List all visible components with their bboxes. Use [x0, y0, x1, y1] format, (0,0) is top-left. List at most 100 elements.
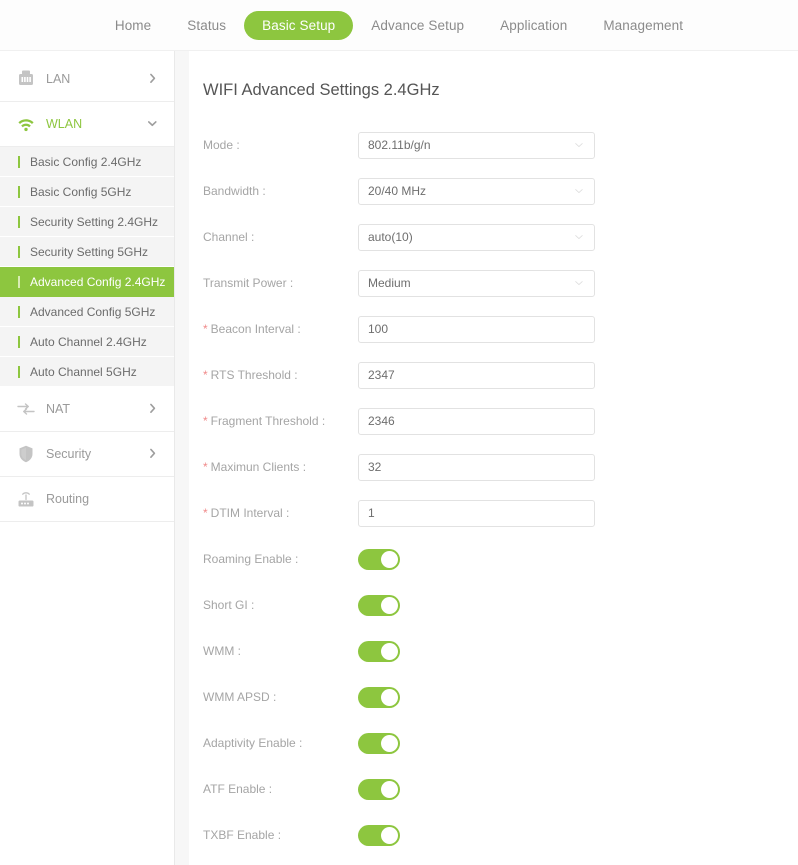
field-value: 2346 [368, 414, 395, 428]
field-label: Mode : [203, 138, 358, 152]
wifi-icon [16, 114, 36, 134]
field-label: * RTS Threshold : [203, 368, 358, 382]
field-value: 802.11b/g/n [368, 138, 431, 152]
toggle-knob [381, 826, 398, 844]
sidebar-item-auto-channel-5ghz[interactable]: Auto Channel 5GHz [0, 357, 174, 387]
sidebar-item-security-setting-2-4ghz[interactable]: Security Setting 2.4GHz [0, 207, 174, 237]
field-label-text: Adaptivity Enable : [203, 736, 303, 750]
field-label-text: Roaming Enable : [203, 552, 299, 566]
field-label-text: Beacon Interval : [210, 322, 301, 336]
field-value: 2347 [368, 368, 395, 382]
field-label-text: Fragment Threshold : [210, 414, 326, 428]
input-rts-threshold[interactable]: 2347 [358, 361, 595, 389]
field-value: auto(10) [368, 230, 413, 244]
select-bandwidth[interactable]: 20/40 MHz [358, 177, 595, 205]
bullet-tick-icon [18, 305, 20, 318]
field-label: Adaptivity Enable : [203, 736, 358, 750]
nav-item-application[interactable]: Application [482, 11, 585, 40]
form-row: Bandwidth : 20/40 MHz [203, 168, 798, 214]
input-beacon-interval[interactable]: 100 [358, 315, 595, 343]
form-row: ATF Enable : [203, 766, 798, 812]
chevron-down-small-icon [574, 140, 585, 151]
nav-item-status[interactable]: Status [169, 11, 244, 40]
form-row: * Beacon Interval : 100 [203, 306, 798, 352]
toggle-adaptivity-enable[interactable] [358, 732, 400, 754]
field-label: WMM APSD : [203, 690, 358, 704]
form-row: Channel : auto(10) [203, 214, 798, 260]
content-panel: WIFI Advanced Settings 2.4GHz Mode : 802.… [175, 51, 798, 865]
sidebar-group-lan[interactable]: LAN [0, 57, 174, 102]
field-label-text: WMM : [203, 644, 241, 658]
nat-arrows-icon [16, 399, 36, 419]
nav-item-management[interactable]: Management [585, 11, 701, 40]
toggle-atf-enable[interactable] [358, 778, 400, 800]
field-label: * Maximun Clients : [203, 460, 358, 474]
select-transmit-power[interactable]: Medium [358, 269, 595, 297]
shield-icon [16, 444, 36, 464]
field-label-text: WMM APSD : [203, 690, 277, 704]
nav-item-advance-setup[interactable]: Advance Setup [353, 11, 482, 40]
field-label-text: Maximun Clients : [210, 460, 307, 474]
sidebar-item-label: Security Setting 5GHz [30, 244, 149, 259]
chevron-placeholder [146, 492, 160, 506]
field-label-text: Transmit Power : [203, 276, 294, 290]
form-row: * Fragment Threshold : 2346 [203, 398, 798, 444]
select-mode[interactable]: 802.11b/g/n [358, 131, 595, 159]
toggle-knob [381, 780, 398, 798]
bullet-tick-icon [18, 275, 20, 288]
form-row: * DTIM Interval : 1 [203, 490, 798, 536]
input-maximun-clients[interactable]: 32 [358, 453, 595, 481]
chevron-down-icon [146, 117, 160, 131]
form-row: WMM APSD : [203, 674, 798, 720]
nav-item-basic-setup[interactable]: Basic Setup [244, 10, 354, 40]
form-row: Transmit Power : Medium [203, 260, 798, 306]
toggle-knob [381, 642, 398, 660]
field-label: Bandwidth : [203, 184, 358, 198]
select-channel[interactable]: auto(10) [358, 223, 595, 251]
sidebar-item-auto-channel-2-4ghz[interactable]: Auto Channel 2.4GHz [0, 327, 174, 357]
bullet-tick-icon [18, 335, 20, 348]
field-label-text: ATF Enable : [203, 782, 273, 796]
input-dtim-interval[interactable]: 1 [358, 499, 595, 527]
required-asterisk: * [203, 506, 208, 520]
field-value: Medium [368, 276, 411, 290]
sidebar-group-routing[interactable]: Routing [0, 477, 174, 522]
field-label: * Beacon Interval : [203, 322, 358, 336]
toggle-roaming-enable[interactable] [358, 548, 400, 570]
field-label: Roaming Enable : [203, 552, 358, 566]
sidebar-group-nat[interactable]: NAT [0, 387, 174, 432]
toggle-txbf-enable[interactable] [358, 824, 400, 846]
field-label: Transmit Power : [203, 276, 358, 290]
field-label: ATF Enable : [203, 782, 358, 796]
sidebar-item-basic-config-5ghz[interactable]: Basic Config 5GHz [0, 177, 174, 207]
sidebar-item-advanced-config-5ghz[interactable]: Advanced Config 5GHz [0, 297, 174, 327]
sidebar-item-label: Advanced Config 5GHz [30, 304, 156, 319]
sidebar-group-wlan[interactable]: WLAN [0, 102, 174, 147]
sidebar-item-advanced-config-2-4ghz[interactable]: Advanced Config 2.4GHz [0, 267, 174, 297]
toggle-wmm[interactable] [358, 640, 400, 662]
nav-item-home[interactable]: Home [97, 11, 169, 40]
toggle-short-gi[interactable] [358, 594, 400, 616]
toggle-knob [381, 550, 398, 568]
chevron-down-small-icon [574, 232, 585, 243]
sidebar-item-label: Basic Config 5GHz [30, 184, 132, 199]
form-row: * Maximun Clients : 32 [203, 444, 798, 490]
bullet-tick-icon [18, 155, 20, 168]
sidebar-item-security-setting-5ghz[interactable]: Security Setting 5GHz [0, 237, 174, 267]
sidebar-group-label: Routing [46, 492, 90, 506]
sidebar-item-label: Advanced Config 2.4GHz [30, 274, 166, 289]
input-fragment-threshold[interactable]: 2346 [358, 407, 595, 435]
sidebar: LAN WLAN Basic Config 2.4GHz Basic Config 5… [0, 51, 175, 865]
field-label-text: RTS Threshold : [210, 368, 298, 382]
sidebar-item-basic-config-2-4ghz[interactable]: Basic Config 2.4GHz [0, 147, 174, 177]
required-asterisk: * [203, 414, 208, 428]
required-asterisk: * [203, 460, 208, 474]
field-value: 1 [368, 506, 375, 520]
sidebar-group-security[interactable]: Security [0, 432, 174, 477]
settings-form: Mode : 802.11b/g/n Bandwidth : 20/40 MHz Cha… [203, 122, 798, 858]
form-row: Roaming Enable : [203, 536, 798, 582]
toggle-wmm-apsd[interactable] [358, 686, 400, 708]
top-navigation: Home Status Basic Setup Advance Setup Applic… [0, 0, 798, 51]
form-row: Adaptivity Enable : [203, 720, 798, 766]
router-icon [16, 489, 36, 509]
